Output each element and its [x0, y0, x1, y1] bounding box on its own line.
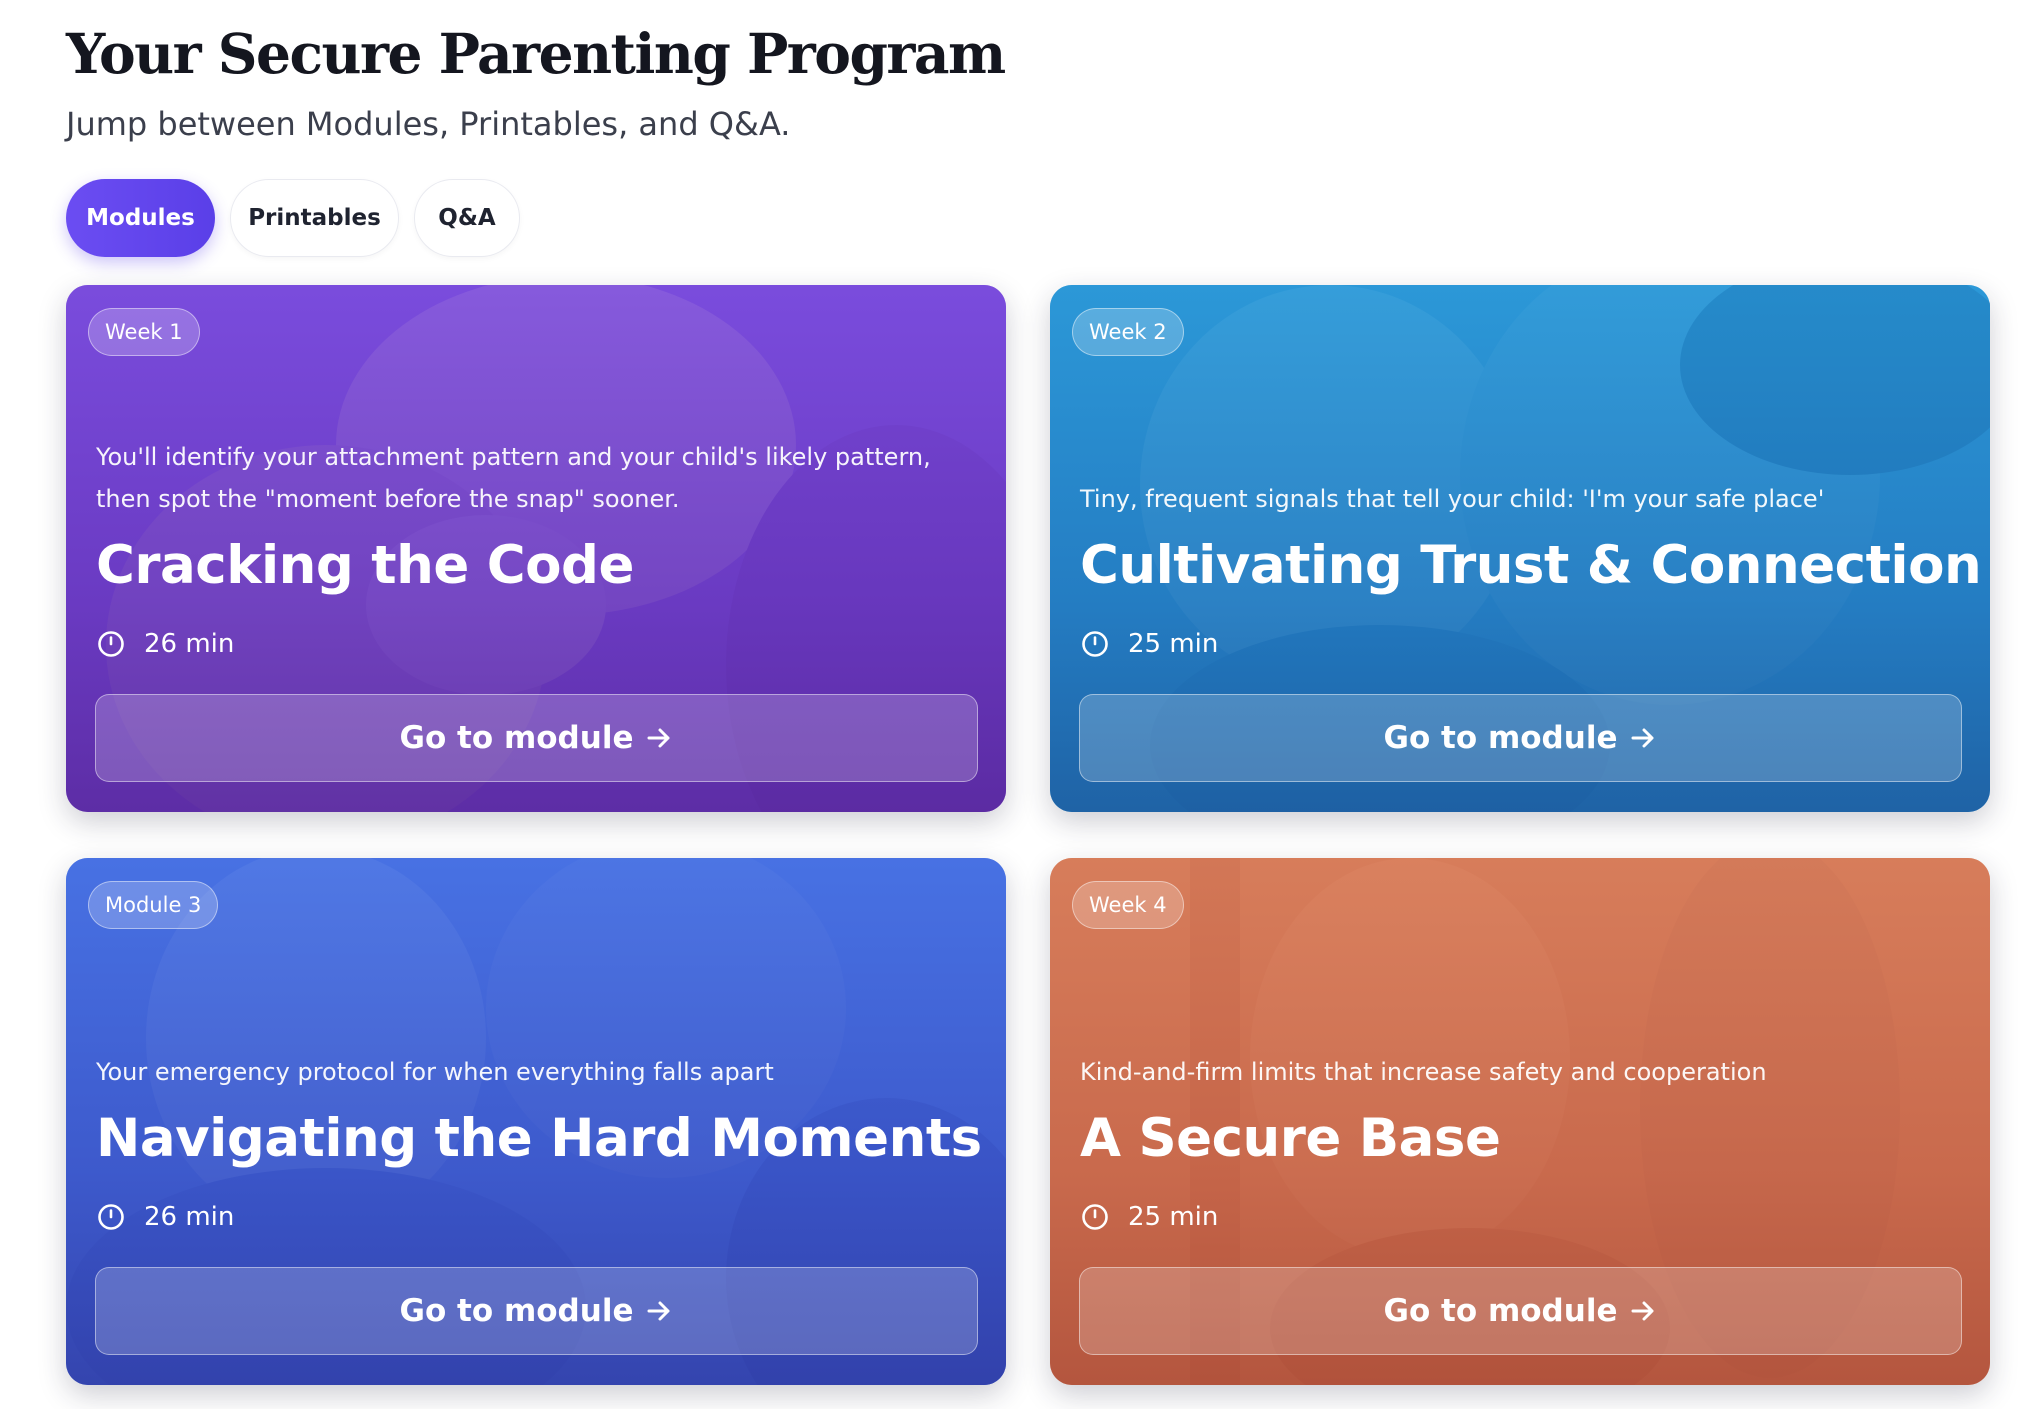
tab-bar: Modules Printables Q&A: [66, 179, 520, 257]
duration-label: 26 min: [144, 1202, 235, 1232]
clock-icon: [1082, 631, 1108, 657]
card-title: Cultivating Trust & Connection: [1080, 535, 1982, 596]
week-badge: Week 2: [1072, 308, 1184, 356]
module-card-week-1: Week 1 You'll identify your attachment p…: [66, 285, 1006, 812]
arrow-right-icon: [1631, 1301, 1654, 1321]
go-to-module-button[interactable]: Go to module: [95, 1267, 978, 1355]
module-badge: Module 3: [88, 881, 219, 929]
card-duration: 26 min: [96, 1197, 234, 1237]
clock-icon: [98, 631, 124, 657]
card-title: Navigating the Hard Moments: [96, 1108, 982, 1169]
button-label: Go to module: [1383, 720, 1618, 756]
page-title: Your Secure Parenting Program: [66, 21, 1006, 86]
button-label: Go to module: [399, 720, 634, 756]
go-to-module-button[interactable]: Go to module: [95, 694, 978, 782]
duration-label: 25 min: [1128, 1202, 1219, 1232]
duration-label: 26 min: [144, 629, 235, 659]
tab-qa[interactable]: Q&A: [414, 179, 520, 257]
module-card-week-4: Week 4 Kind-and-firm limits that increas…: [1050, 858, 1990, 1385]
card-duration: 25 min: [1080, 624, 1218, 664]
arrow-right-icon: [1631, 728, 1654, 748]
week-badge: Week 4: [1072, 881, 1184, 929]
card-duration: 26 min: [96, 624, 234, 664]
go-to-module-button[interactable]: Go to module: [1079, 1267, 1962, 1355]
go-to-module-button[interactable]: Go to module: [1079, 694, 1962, 782]
card-description: Tiny, frequent signals that tell your ch…: [1080, 485, 1825, 513]
clock-icon: [98, 1204, 124, 1230]
card-description: Your emergency protocol for when everyth…: [96, 1058, 774, 1086]
arrow-right-icon: [647, 1301, 670, 1321]
card-description: Kind-and-firm limits that increase safet…: [1080, 1058, 1767, 1086]
clock-icon: [1082, 1204, 1108, 1230]
tab-printables[interactable]: Printables: [230, 179, 399, 257]
duration-label: 25 min: [1128, 629, 1219, 659]
button-label: Go to module: [1383, 1293, 1618, 1329]
card-duration: 25 min: [1080, 1197, 1218, 1237]
module-card-module-3: Module 3 Your emergency protocol for whe…: [66, 858, 1006, 1385]
card-description: You'll identify your attachment pattern …: [96, 443, 931, 513]
arrow-right-icon: [647, 728, 670, 748]
module-card-week-2: Week 2 Tiny, frequent signals that tell …: [1050, 285, 1990, 812]
button-label: Go to module: [399, 1293, 634, 1329]
card-title: Cracking the Code: [96, 535, 634, 596]
tab-modules[interactable]: Modules: [66, 179, 215, 257]
page-subtitle: Jump between Modules, Printables, and Q&…: [66, 105, 791, 143]
week-badge: Week 1: [88, 308, 200, 356]
card-title: A Secure Base: [1080, 1108, 1501, 1169]
